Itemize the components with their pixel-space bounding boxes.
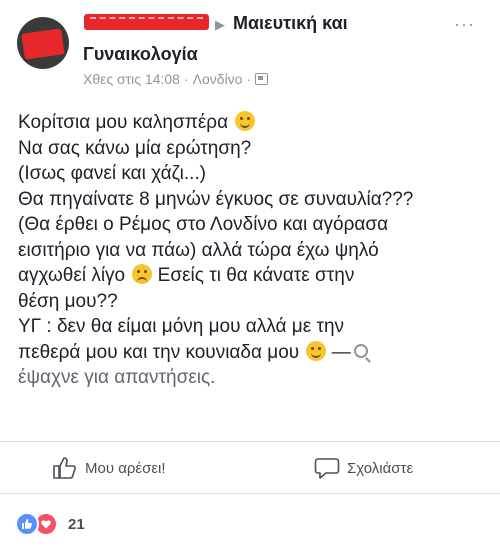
- post-line: Κορίτσια μου καλησπέρα: [18, 110, 488, 136]
- like-label: Μου αρέσει!: [85, 459, 166, 477]
- comment-label: Σχολιάστε: [347, 459, 414, 477]
- smile-emoji-icon: [306, 340, 327, 361]
- activity-dash: —: [331, 341, 351, 363]
- globe-icon: [255, 73, 269, 85]
- post-line: πεθερά μου και την κουνιαδα μου —: [18, 340, 488, 366]
- post-line: (Θα έρθει ο Ρέμος στο Λονδίνο και αγόρασ…: [18, 214, 389, 235]
- like-reaction-icon: [15, 512, 39, 536]
- post-line: ΥΓ : δεν θα είμαι μόνη μου αλλά με την: [18, 316, 345, 337]
- worried-emoji-icon: [132, 264, 153, 284]
- ellipsis-icon[interactable]: ···: [454, 14, 475, 35]
- post-line: αγχωθεί λίγο Εσείς τι θα κάνατε στην: [18, 264, 355, 286]
- post-line: (Ισως φανεί και χάζι...): [18, 163, 206, 184]
- thumbs-up-icon: [53, 457, 76, 479]
- post-line: Θα πηγαίνατε 8 μηνών έγκυος σε συναυλία?…: [18, 188, 414, 210]
- group-name[interactable]: Μαιευτική και: [233, 13, 348, 34]
- activity-text[interactable]: έψαχνε για απαντήσεις.: [18, 365, 488, 391]
- post-timestamp[interactable]: Χθες στις 14:08: [83, 71, 180, 87]
- post-body: Κορίτσια μου καλησπέρα Να σας κάνω μία ε…: [18, 110, 488, 391]
- post-line: εισιτήριο για να πάω) αλλά τώρα έχω ψηλό: [18, 239, 379, 261]
- smile-emoji-icon: [235, 111, 256, 131]
- author-name-redacted[interactable]: [84, 14, 209, 30]
- comment-bubble-icon: [314, 458, 340, 479]
- group-arrow-icon: ▶: [215, 17, 225, 32]
- group-name-continued[interactable]: Γυναικολογία: [83, 44, 198, 65]
- post-line: θέση μου??: [18, 290, 118, 312]
- action-bar: Μου αρέσει! Σχολιάστε: [0, 442, 500, 492]
- meta-separator: ·: [246, 71, 252, 87]
- post-line: Να σας κάνω μία ερώτηση?: [18, 137, 252, 159]
- like-button[interactable]: Μου αρέσει!: [52, 456, 166, 480]
- comment-button[interactable]: Σχολιάστε: [314, 456, 413, 480]
- reaction-count[interactable]: 21: [68, 516, 85, 533]
- meta-separator: ·: [183, 71, 189, 87]
- post-meta: Χθες στις 14:08 · Λονδίνο ·: [83, 71, 269, 87]
- redaction-mark: [21, 28, 65, 60]
- post-header: ▶ Μαιευτική και Γυναικολογία ··· Χθες στ…: [0, 0, 500, 100]
- reactions-summary[interactable]: 21: [15, 512, 85, 536]
- post-location[interactable]: Λονδίνο: [193, 71, 243, 87]
- avatar[interactable]: [17, 17, 69, 69]
- magnifier-icon: [353, 343, 368, 358]
- divider: [0, 493, 500, 494]
